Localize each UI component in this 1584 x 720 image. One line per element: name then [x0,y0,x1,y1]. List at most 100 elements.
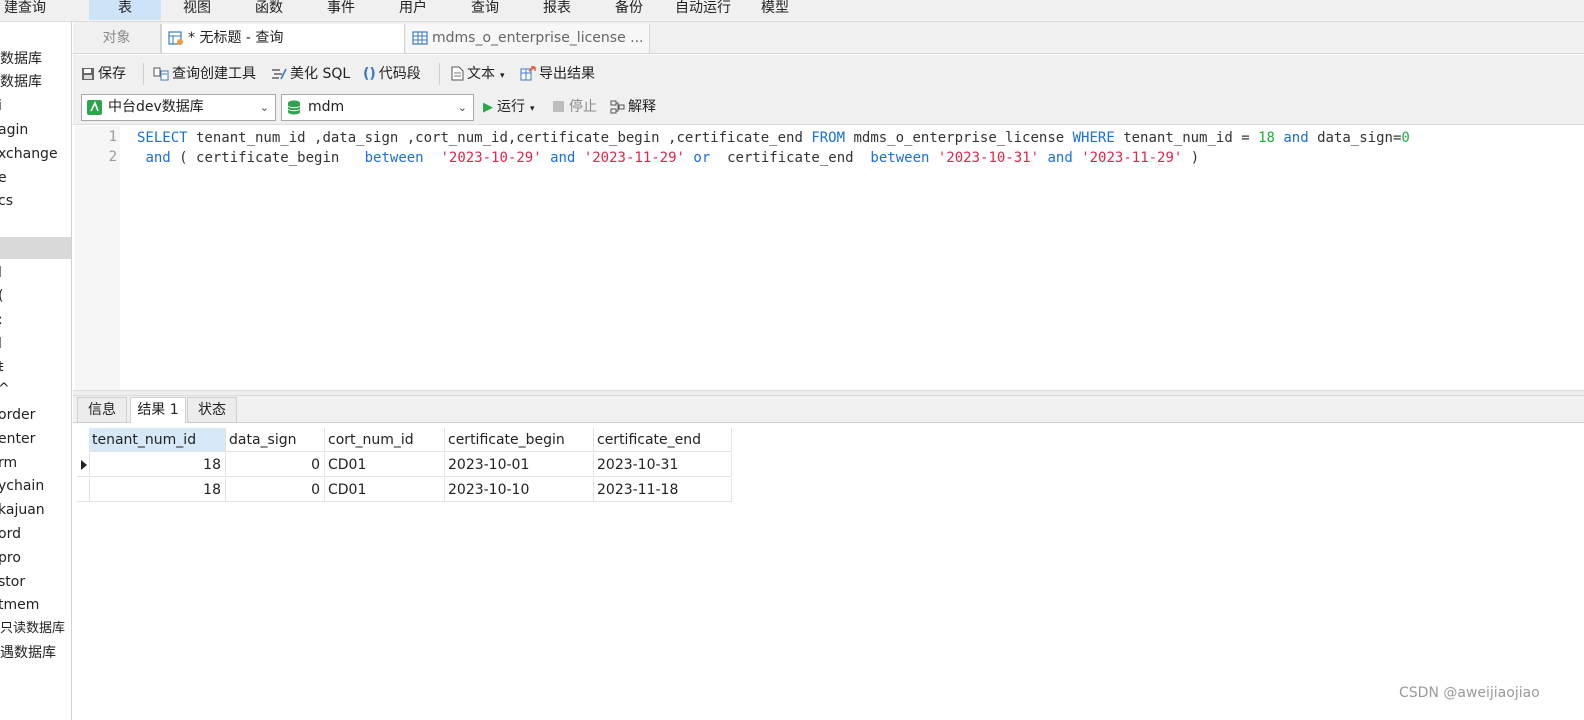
column-header[interactable]: cort_num_id [325,428,445,452]
tab-objects[interactable]: 对象 [73,24,161,53]
nav-item[interactable]: 数据库 [0,71,71,93]
menu-event[interactable]: 事件 [305,0,377,20]
connection-value: 中台dev数据库 [108,99,204,115]
chevron-down-icon: ⌄ [457,101,467,114]
nav-item[interactable]: ord [0,523,71,545]
tab-query-label: * 无标题 - 查询 [188,30,284,46]
table-cell[interactable]: 2023-10-01 [445,453,594,477]
run-button[interactable]: ▶ 运行 ▾ [483,97,535,117]
query-builder-icon [153,67,169,81]
nav-item[interactable]: ychain [0,475,71,497]
connection-icon [87,100,102,115]
nav-item[interactable]: e [0,167,71,189]
tab-table[interactable]: mdms_o_enterprise_license ... [406,24,650,53]
connection-select[interactable]: 中台dev数据库 ⌄ [81,94,276,121]
query-toolbar: 保存 查询创建工具 美化 SQL () 代码段 文本 ▾ 导出结果 [73,55,1584,91]
explain-label: 解释 [628,99,656,115]
query-builder-button[interactable]: 查询创建工具 [153,64,256,84]
sql-editor[interactable]: 1 2 SELECT tenant_num_id ,data_sign ,cor… [75,126,1584,390]
table-cell[interactable]: 2023-10-31 [594,453,732,477]
stop-icon [553,101,564,112]
menu-automation[interactable]: 自动运行 [665,0,741,20]
nav-item[interactable]: ( [0,285,71,307]
tab-query[interactable]: * 无标题 - 查询 [161,24,405,53]
export-results-button[interactable]: 导出结果 [520,64,595,84]
explain-button[interactable]: 解释 [610,97,656,117]
table-cell[interactable]: 0 [226,478,325,502]
menu-view[interactable]: 视图 [161,0,233,20]
tab-result-1[interactable]: 结果 1 [130,397,186,423]
nav-item[interactable]: l [0,262,71,284]
table-cell[interactable]: 18 [89,453,226,477]
nav-item[interactable]: xchange [0,143,71,165]
current-row-arrow-icon [81,460,87,470]
column-header[interactable]: certificate_begin [445,428,594,452]
tab-status[interactable]: 状态 [187,397,237,422]
code-snippet-button[interactable]: () 代码段 [363,64,421,84]
query-icon [168,31,183,45]
nav-item[interactable]: rm [0,452,71,474]
text-dropdown-icon[interactable]: ▾ [500,71,505,81]
nav-item[interactable]: agin [0,119,71,141]
database-select[interactable]: mdm ⌄ [281,94,474,121]
text-button[interactable]: 文本 ▾ [451,64,505,84]
export-results-label: 导出结果 [539,66,595,82]
column-header[interactable]: data_sign [226,428,325,452]
nav-item[interactable]: enter [0,428,71,450]
nav-item[interactable]: tmem [0,594,71,616]
nav-item[interactable]: 数据库 [0,48,71,70]
nav-item[interactable]: 只读数据库 [0,618,71,640]
tab-table-label: mdms_o_enterprise_license ... [432,30,644,46]
nav-item[interactable]: kajuan [0,499,71,521]
save-label: 保存 [98,66,126,82]
table-cell[interactable]: CD01 [325,453,445,477]
nav-item[interactable]: i [0,95,71,117]
nav-item[interactable]: l [0,333,71,355]
tab-info[interactable]: 信息 [77,397,127,422]
save-button[interactable]: 保存 [81,64,126,84]
menu-new-query[interactable]: 建查询 [0,0,50,20]
play-icon: ▶ [483,100,493,115]
nav-item[interactable]: stor [0,571,71,593]
menu-table[interactable]: 表 [89,0,161,20]
nav-item[interactable]: ^ [0,378,71,400]
menu-function[interactable]: 函数 [233,0,305,20]
line-number: 2 [108,149,117,165]
nav-item[interactable]: : [0,309,71,331]
table-cell[interactable]: 2023-11-18 [594,478,732,502]
stop-button[interactable]: 停止 [553,97,597,117]
toolbar-divider [439,63,440,85]
menu-bar: 建查询 表 视图 函数 事件 用户 查询 报表 备份 自动运行 模型 [0,0,1584,22]
column-header[interactable]: tenant_num_id [89,428,226,452]
menu-report[interactable]: 报表 [521,0,593,20]
menu-user[interactable]: 用户 [377,0,449,20]
table-cell[interactable]: 0 [226,453,325,477]
run-dropdown-icon[interactable]: ▾ [530,104,535,114]
nav-item[interactable]: order [0,404,71,426]
beautify-sql-label: 美化 SQL [290,66,351,82]
column-header[interactable]: certificate_end [594,428,732,452]
table-cell[interactable]: 2023-10-10 [445,478,594,502]
menu-backup[interactable]: 备份 [593,0,665,20]
nav-item[interactable]: pro [0,547,71,569]
code-line-2[interactable]: and ( certificate_begin between '2023-10… [137,148,1199,168]
watermark: CSDN @aweijiaojiao [1399,685,1540,701]
code-line-1[interactable]: SELECT tenant_num_id ,data_sign ,cort_nu… [137,128,1410,148]
beautify-icon [272,68,287,80]
beautify-sql-button[interactable]: 美化 SQL [271,64,350,84]
menu-model[interactable]: 模型 [741,0,809,20]
nav-item-selected[interactable] [0,237,71,259]
nav-item[interactable]: 遇数据库 [0,642,71,664]
document-tab-bar: 对象 * 无标题 - 查询 mdms_o_enterprise_license … [73,22,1584,54]
table-cell[interactable]: CD01 [325,478,445,502]
nav-item[interactable]: cs [0,190,71,212]
nav-item[interactable]: ŧ [0,356,71,378]
navigation-panel: 数据库 数据库 i agin xchange e cs l ( : l ŧ ^ … [0,22,72,720]
text-label: 文本 [467,66,495,82]
menu-query[interactable]: 查询 [449,0,521,20]
toolbar-divider [143,63,144,85]
explain-icon [610,100,625,114]
table-cell[interactable]: 18 [89,478,226,502]
save-icon [82,68,94,80]
stop-label: 停止 [569,99,597,115]
